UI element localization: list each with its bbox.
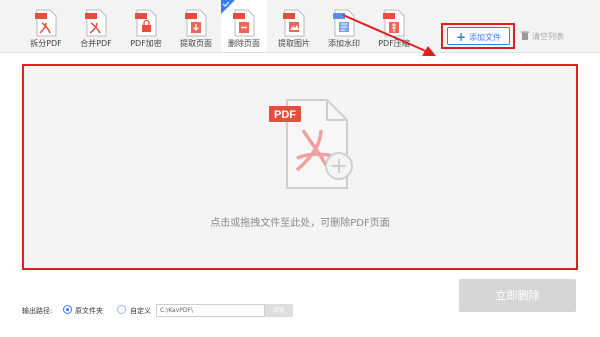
tool-delete-page[interactable]: 删除页面 [221, 0, 267, 52]
tool-split-pdf[interactable]: 拆分PDF [23, 0, 69, 52]
radio-custom-label: 自定义 [130, 307, 151, 315]
extract-image-icon [283, 9, 305, 37]
radio-original-label: 原文件夹 [75, 307, 103, 315]
compress-pdf-icon [383, 9, 405, 37]
pdf-add-icon: PDF [269, 99, 353, 189]
split-pdf-icon [35, 9, 57, 37]
merge-pdf-icon [85, 9, 107, 37]
add-file-label: 添加文件 [469, 33, 502, 42]
clear-list-label: 清空列表 [532, 32, 564, 41]
extract-page-icon [185, 9, 207, 37]
tool-extract-image[interactable]: 提取图片 [271, 0, 317, 52]
tool-label: PDF压缩 [378, 39, 410, 48]
browse-button[interactable]: 浏览 [265, 304, 293, 317]
tool-encrypt-pdf[interactable]: PDF加密 [123, 0, 169, 52]
clear-list-button[interactable]: 清空列表 [521, 30, 581, 44]
watermark-icon [333, 9, 355, 37]
toolbar: 拆分PDF 合并PDF PDF加密 提取页面 删除页面 提取图片 添加水印 PD… [0, 0, 600, 53]
delete-now-button[interactable]: 立即删除 [459, 279, 576, 312]
tool-merge-pdf[interactable]: 合并PDF [73, 0, 119, 52]
drop-hint: 点击或拖拽文件至此处，可删除PDF页面 [210, 218, 390, 229]
radio-original-folder[interactable] [63, 305, 72, 314]
tool-compress-pdf[interactable]: PDF压缩 [371, 0, 417, 52]
lock-pdf-icon [135, 9, 157, 37]
trash-icon [521, 31, 529, 40]
radio-custom[interactable] [117, 305, 126, 314]
add-file-button[interactable]: + 添加文件 [447, 27, 510, 45]
output-path-field[interactable]: C:\KavPDF\ [156, 304, 265, 317]
pdf-badge-text: PDF [274, 109, 296, 121]
output-path-label: 输出路径: [22, 307, 53, 315]
plus-icon: + [455, 30, 467, 44]
tool-extract-page[interactable]: 提取页面 [173, 0, 219, 52]
tool-add-watermark[interactable]: 添加水印 [321, 0, 367, 52]
delete-page-icon [233, 9, 255, 37]
file-drop-zone[interactable]: PDF 点击或拖拽文件至此处，可删除PDF页面 [22, 64, 578, 270]
